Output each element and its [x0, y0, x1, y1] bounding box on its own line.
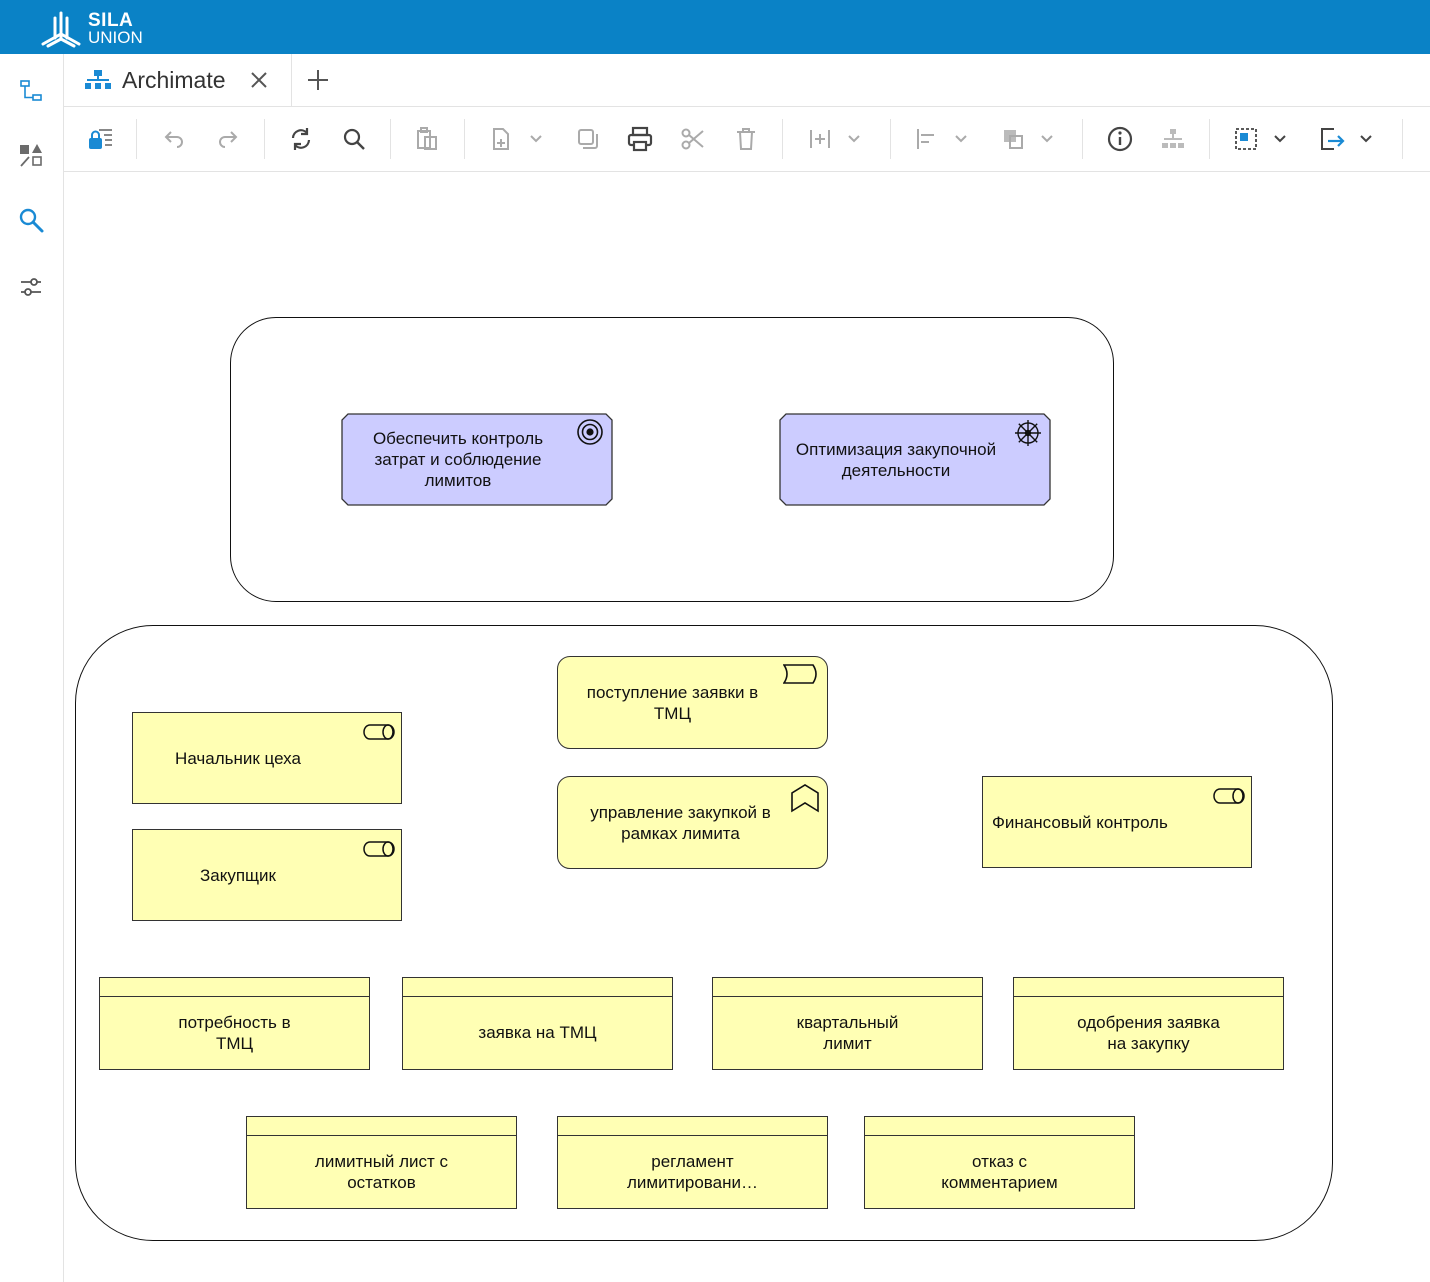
role-icon	[1213, 788, 1245, 804]
event-label: поступление заявки в ТМЦ	[586, 682, 759, 723]
role-icon	[363, 724, 395, 740]
role-buyer-label: Закупщик	[200, 865, 276, 885]
business-object-node[interactable]: потребность в ТМЦ	[99, 977, 370, 1070]
print-icon[interactable]	[626, 125, 654, 153]
chevron-down-icon[interactable]	[1033, 125, 1061, 153]
driver-node[interactable]: Оптимизация закупочной деятельности	[779, 413, 1051, 506]
business-role-buyer-node[interactable]: Закупщик	[132, 829, 402, 921]
business-role-finance-node[interactable]: Финансовый контроль	[982, 776, 1252, 868]
object-label: потребность в ТМЦ	[178, 1012, 291, 1053]
sila-union-logo-icon	[41, 11, 81, 48]
tab-title: Archimate	[122, 66, 226, 93]
function-icon	[791, 784, 819, 813]
brand-logo[interactable]: SILA UNION	[40, 10, 143, 48]
lock-layers-icon[interactable]	[86, 125, 114, 153]
sliders-icon[interactable]	[16, 272, 46, 302]
paste-icon[interactable]	[413, 125, 441, 153]
chevron-down-icon[interactable]	[840, 125, 868, 153]
chevron-down-icon[interactable]	[522, 125, 550, 153]
top-bar: SILA UNION	[0, 0, 1430, 54]
role-head-label: Начальник цеха	[175, 748, 301, 768]
arrange-icon[interactable]	[999, 125, 1027, 153]
select-icon[interactable]	[1232, 125, 1260, 153]
align-icon[interactable]	[913, 125, 941, 153]
add-tab-icon[interactable]	[306, 68, 330, 92]
driver-label: Оптимизация закупочной деятельности	[795, 439, 997, 480]
object-label: отказ с комментарием	[941, 1151, 1058, 1192]
undo-icon[interactable]	[160, 125, 188, 153]
diagram-canvas[interactable]: Обеспечить контроль затрат и соблюдение …	[64, 172, 1430, 1282]
business-object-node[interactable]: одобрения заявка на закупку	[1013, 977, 1284, 1070]
refresh-icon[interactable]	[287, 125, 315, 153]
tab-bar: Archimate	[64, 54, 1430, 107]
driver-wheel-icon	[1015, 420, 1041, 446]
goal-label: Обеспечить контроль затрат и соблюдение …	[372, 429, 544, 490]
business-object-node[interactable]: заявка на ТМЦ	[402, 977, 673, 1070]
diagram-icon	[85, 70, 111, 89]
business-process-node[interactable]: управление закупкой в рамках лимита	[557, 776, 828, 869]
object-label: заявка на ТМЦ	[478, 1023, 597, 1042]
redo-icon[interactable]	[214, 125, 242, 153]
export-icon[interactable]	[1318, 125, 1346, 153]
role-icon	[363, 841, 395, 857]
process-label: управление закупкой в рамках лимита	[590, 802, 771, 843]
left-sidebar	[0, 54, 64, 1282]
duplicate-icon[interactable]	[574, 125, 602, 153]
brand-name-line2: UNION	[88, 28, 143, 47]
business-object-node[interactable]: отказ с комментарием	[864, 1116, 1135, 1209]
zoom-search-icon[interactable]	[340, 125, 368, 153]
delete-icon[interactable]	[732, 125, 760, 153]
info-icon[interactable]	[1106, 125, 1134, 153]
object-label: регламент лимитировани…	[627, 1151, 758, 1192]
business-role-head-node[interactable]: Начальник цеха	[132, 712, 402, 804]
tree-icon[interactable]	[16, 76, 46, 106]
cut-icon[interactable]	[679, 125, 707, 153]
close-icon[interactable]	[248, 69, 270, 91]
goal-node[interactable]: Обеспечить контроль затрат и соблюдение …	[341, 413, 613, 506]
object-label: квартальный лимит	[796, 1012, 899, 1053]
brand-name-line1: SILA	[88, 10, 134, 31]
search-icon[interactable]	[16, 205, 46, 235]
event-icon	[783, 664, 817, 684]
tab-archimate[interactable]: Archimate	[64, 54, 292, 106]
chevron-down-icon[interactable]	[947, 125, 975, 153]
business-object-node[interactable]: квартальный лимит	[712, 977, 983, 1070]
business-object-node[interactable]: лимитный лист с остатков	[246, 1116, 517, 1209]
insert-icon[interactable]	[806, 125, 834, 153]
role-finance-label: Финансовый контроль	[992, 812, 1168, 832]
chevron-down-icon[interactable]	[1266, 125, 1294, 153]
object-label: лимитный лист с остатков	[314, 1151, 449, 1192]
business-event-node[interactable]: поступление заявки в ТМЦ	[557, 656, 828, 749]
object-label: одобрения заявка на закупку	[1077, 1012, 1220, 1053]
shapes-icon[interactable]	[16, 140, 46, 170]
hierarchy-icon[interactable]	[1159, 125, 1187, 153]
new-page-icon[interactable]	[488, 125, 516, 153]
toolbar	[64, 107, 1430, 172]
business-object-node[interactable]: регламент лимитировани…	[557, 1116, 828, 1209]
chevron-down-icon[interactable]	[1352, 125, 1380, 153]
target-icon	[577, 419, 603, 445]
